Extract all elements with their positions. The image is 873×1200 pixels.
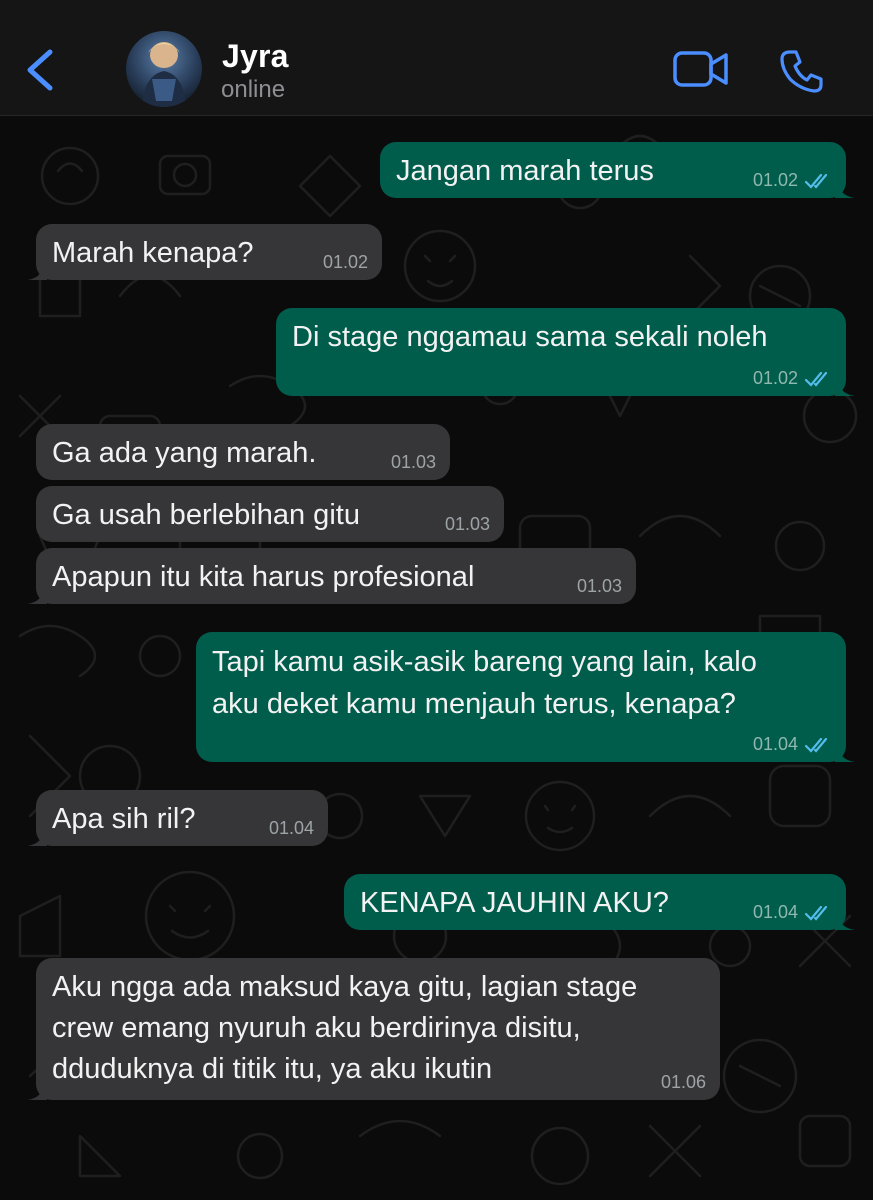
- message-time: 01.02: [752, 368, 798, 388]
- chat-area[interactable]: Jangan marah terus 01.02 Marah kenapa? 0…: [0, 116, 873, 1200]
- message-text: Apa sih ril?: [52, 803, 196, 835]
- message-time: 01.04: [752, 902, 798, 922]
- voice-call-button[interactable]: [778, 47, 826, 95]
- message-text: Aku ngga ada maksud kaya gitu, lagian st…: [52, 967, 637, 1090]
- message-text: KENAPA JAUHIN AKU?: [360, 887, 669, 919]
- message-incoming[interactable]: Marah kenapa? 01.02: [27, 224, 382, 280]
- message-time: 01.06: [660, 1072, 706, 1092]
- message-time: 01.04: [268, 818, 314, 838]
- bubble-tail: [835, 742, 855, 762]
- bubble-tail: [27, 1080, 47, 1100]
- avatar[interactable]: [126, 31, 202, 107]
- message-line: Tapi kamu asik-asik bareng yang lain, ka…: [212, 646, 757, 678]
- message-incoming[interactable]: Apa sih ril? 01.04: [27, 790, 328, 846]
- double-check-icon: [804, 372, 828, 387]
- message-incoming[interactable]: Apapun itu kita harus profesional 01.03: [27, 548, 636, 604]
- message-time: 01.02: [322, 252, 368, 272]
- message-outgoing[interactable]: Di stage nggamau sama sekali noleh 01.02: [276, 308, 855, 396]
- message-text: Ga usah berlebihan gitu: [52, 499, 360, 531]
- bubble-tail: [835, 178, 855, 198]
- double-check-icon: [804, 906, 828, 921]
- message-meta: 01.04: [753, 902, 832, 922]
- message-time: 01.03: [576, 576, 622, 596]
- double-check-icon: [804, 738, 828, 753]
- phone-icon: [780, 50, 823, 93]
- back-button[interactable]: [20, 40, 64, 100]
- message-time: 01.04: [752, 734, 798, 754]
- chat-header: Jyra online: [0, 0, 873, 116]
- message-meta: 01.02: [753, 368, 832, 388]
- message-incoming[interactable]: Aku ngga ada maksud kaya gitu, lagian st…: [27, 958, 720, 1100]
- double-check-icon: [804, 174, 828, 189]
- message-incoming[interactable]: Ga ada yang marah. 01.03: [36, 424, 450, 480]
- video-camera-icon: [673, 51, 728, 87]
- bubble-tail: [27, 260, 47, 280]
- bubble-tail: [27, 584, 47, 604]
- message-text: Tapi kamu asik-asik bareng yang lain, ka…: [212, 641, 757, 725]
- message-incoming[interactable]: Ga usah berlebihan gitu 01.03: [36, 486, 504, 542]
- bubble-tail: [835, 376, 855, 396]
- message-outgoing[interactable]: Jangan marah terus 01.02: [380, 142, 855, 198]
- bubble-tail: [835, 910, 855, 930]
- bubble-tail: [27, 826, 47, 846]
- message-text: Jangan marah terus: [396, 155, 654, 187]
- chevron-left-icon: [27, 49, 53, 91]
- message-line: crew emang nyuruh aku berdirinya disitu,: [52, 1012, 581, 1044]
- contact-name[interactable]: Jyra: [222, 38, 289, 75]
- message-text: Apapun itu kita harus profesional: [52, 561, 475, 593]
- message-time: 01.03: [390, 452, 436, 472]
- message-meta: 01.02: [753, 170, 832, 190]
- message-outgoing[interactable]: Tapi kamu asik-asik bareng yang lain, ka…: [196, 632, 855, 762]
- message-time: 01.03: [444, 514, 490, 534]
- message-outgoing[interactable]: KENAPA JAUHIN AKU? 01.04: [344, 874, 855, 930]
- message-text: Di stage nggamau sama sekali noleh: [292, 321, 768, 353]
- message-text: Ga ada yang marah.: [52, 437, 317, 469]
- message-meta: 01.04: [753, 734, 832, 754]
- message-text: Marah kenapa?: [52, 237, 254, 269]
- message-line: Aku ngga ada maksud kaya gitu, lagian st…: [52, 971, 638, 1003]
- contact-status: online: [221, 76, 286, 103]
- message-time: 01.02: [752, 170, 798, 190]
- message-line: dduduknya di titik itu, ya aku ikutin: [52, 1053, 493, 1085]
- video-call-button[interactable]: [672, 48, 730, 90]
- message-line: aku deket kamu menjauh terus, kenapa?: [212, 688, 736, 720]
